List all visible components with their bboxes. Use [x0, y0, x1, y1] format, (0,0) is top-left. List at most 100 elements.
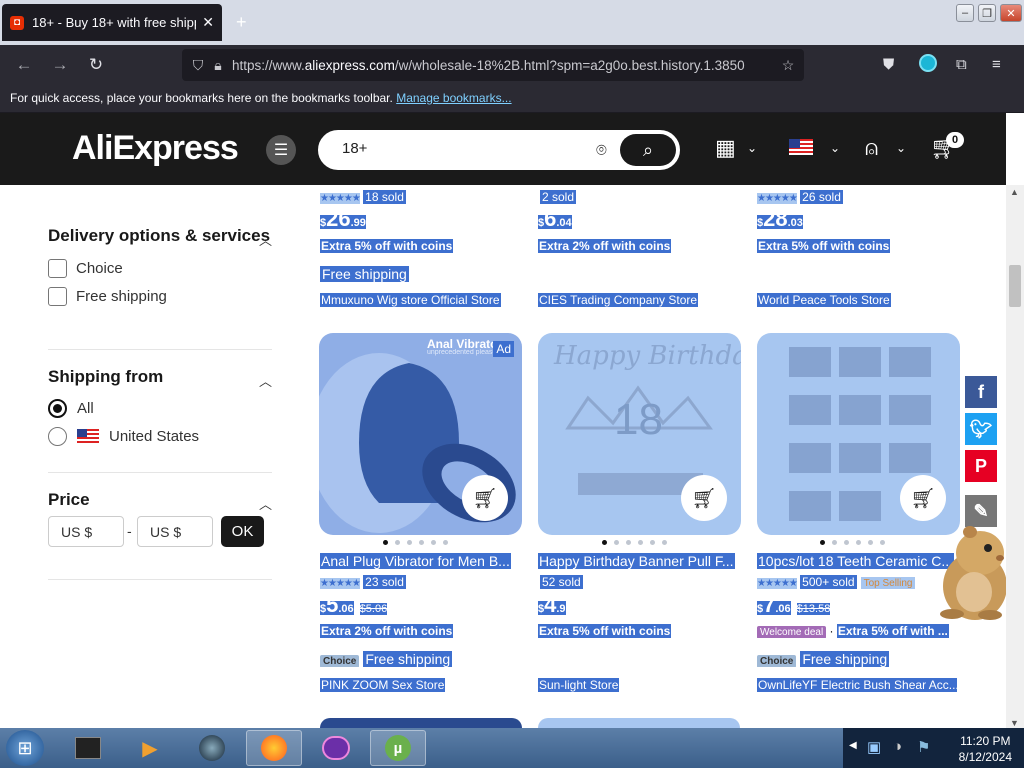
ad-badge: Ad: [493, 341, 514, 357]
utorrent-icon[interactable]: µ: [370, 730, 426, 766]
new-tab-icon[interactable]: +: [236, 12, 247, 33]
add-to-cart-icon[interactable]: 🛒︎: [462, 475, 508, 521]
price: $6.04: [538, 206, 572, 231]
chevron-up-icon[interactable]: ︿: [259, 371, 272, 390]
store-link[interactable]: OwnLifeYF Electric Bush Shear Acc...: [757, 678, 957, 692]
carousel-dots[interactable]: [383, 540, 448, 545]
pinterest-icon[interactable]: P: [965, 450, 997, 482]
store-link[interactable]: Mmuxuno Wig store Official Store: [320, 293, 501, 307]
categories-menu-icon[interactable]: ☰: [266, 135, 296, 165]
choice-checkbox[interactable]: [48, 258, 67, 278]
free-shipping-option[interactable]: Free shipping: [48, 286, 272, 306]
shipping-from-title: Shipping from: [48, 367, 164, 386]
product-title[interactable]: 10pcs/lot 18 Teeth Ceramic C...: [757, 553, 955, 569]
store-link[interactable]: PINK ZOOM Sex Store: [320, 678, 446, 692]
rating-stars-icon: ★★★★★: [757, 578, 798, 589]
scroll-up-icon[interactable]: ▲: [1010, 187, 1019, 197]
network-icon[interactable]: ▣: [867, 738, 881, 756]
store-link[interactable]: CIES Trading Company Store: [538, 293, 699, 307]
browser-titlebar: ◘ 18+ - Buy 18+ with free shipping ✕ + –…: [0, 0, 1024, 45]
us-flag-icon: [77, 429, 99, 443]
browser-tab[interactable]: ◘ 18+ - Buy 18+ with free shipping ✕: [2, 4, 222, 41]
product-image[interactable]: Anal Vibrator unprecedented pleasure Ad …: [319, 333, 522, 535]
reload-icon[interactable]: ↻: [86, 55, 106, 75]
price-max-input[interactable]: US $: [137, 516, 213, 547]
firefox-icon[interactable]: [246, 730, 302, 766]
account-icon[interactable]: [919, 54, 937, 72]
forward-icon[interactable]: →: [50, 55, 70, 75]
clock[interactable]: 11:20 PM 8/12/2024: [959, 733, 1012, 765]
price: $28.03: [757, 206, 803, 231]
coins-discount: Extra 2% off with coins: [538, 239, 672, 253]
start-button[interactable]: ⊞: [6, 730, 44, 766]
product-image[interactable]: 🛒︎: [757, 333, 960, 535]
carousel-dots[interactable]: [820, 540, 885, 545]
lock-icon[interactable]: 🔒︎: [208, 57, 228, 74]
price-min-input[interactable]: US $: [48, 516, 124, 547]
original-price: $5.06: [359, 603, 388, 615]
facebook-icon[interactable]: f: [965, 376, 997, 408]
user-icon[interactable]: ⍝: [865, 135, 878, 161]
minimize-icon[interactable]: –: [956, 4, 974, 22]
ship-us-option[interactable]: United States: [48, 426, 272, 446]
volume-icon[interactable]: ◑: [893, 738, 902, 755]
maximize-icon[interactable]: ❐: [978, 4, 996, 22]
pocket-icon[interactable]: ⛊: [883, 56, 894, 73]
product-card-peek[interactable]: [538, 718, 740, 728]
url-bar[interactable]: ⛉ 🔒︎ https://www.aliexpress.com/w/wholes…: [182, 49, 804, 81]
scrollbar-thumb[interactable]: [1009, 265, 1021, 307]
shield-icon[interactable]: ⛉: [188, 57, 208, 74]
app-menu-icon[interactable]: ≡: [992, 56, 1001, 73]
chevron-up-icon[interactable]: ︿: [259, 230, 272, 249]
price: $4.9: [538, 592, 566, 617]
price-filter-title: Price: [48, 490, 90, 509]
window-close-icon[interactable]: ✕: [1000, 4, 1022, 22]
add-to-cart-icon[interactable]: 🛒︎: [900, 475, 946, 521]
taskbar-app-icon[interactable]: [60, 730, 116, 766]
image-caption: Happy Birthday: [554, 341, 741, 371]
tray-expand-icon[interactable]: ◀: [849, 740, 857, 751]
image-search-icon[interactable]: ⌾: [596, 140, 607, 161]
search-input[interactable]: [342, 140, 572, 157]
extensions-icon[interactable]: ⧉: [956, 56, 967, 73]
page-scrollbar[interactable]: ▲ ▼: [1006, 185, 1024, 730]
ship-all-radio[interactable]: [48, 398, 67, 418]
url-text[interactable]: https://www.aliexpress.com/w/wholesale-1…: [228, 58, 778, 73]
carousel-dots[interactable]: [602, 540, 667, 545]
action-center-icon[interactable]: ⚑: [917, 738, 930, 756]
search-button[interactable]: ⌕: [620, 134, 676, 166]
price-ok-button[interactable]: OK: [221, 516, 264, 547]
us-flag-icon[interactable]: [789, 139, 813, 155]
twitter-icon[interactable]: 🐦︎: [965, 413, 997, 445]
manage-bookmarks-link[interactable]: Manage bookmarks...: [396, 91, 511, 105]
ship-all-option[interactable]: All: [48, 398, 272, 418]
add-to-cart-icon[interactable]: 🛒︎: [681, 475, 727, 521]
free-shipping-checkbox[interactable]: [48, 286, 67, 306]
chevron-up-icon[interactable]: ︿: [259, 494, 272, 513]
globe-icon[interactable]: [184, 730, 240, 766]
coins-discount: Extra 5% off with coins: [757, 239, 891, 253]
product-title[interactable]: Anal Plug Vibrator for Men B...: [320, 553, 511, 569]
product-title[interactable]: Happy Birthday Banner Pull F...: [538, 553, 735, 569]
bookmark-star-icon[interactable]: ☆: [778, 57, 798, 74]
aliexpress-logo[interactable]: AliExpress: [72, 129, 239, 168]
media-player-icon[interactable]: ▶: [122, 730, 178, 766]
store-link[interactable]: Sun-light Store: [538, 678, 620, 692]
chevron-down-icon[interactable]: ⌄: [747, 141, 757, 155]
scroll-down-icon[interactable]: ▼: [1010, 718, 1019, 728]
close-tab-icon[interactable]: ✕: [202, 14, 214, 31]
ship-us-radio[interactable]: [48, 426, 67, 446]
chevron-down-icon[interactable]: ⌄: [896, 141, 906, 155]
qr-code-icon[interactable]: ▦: [715, 135, 736, 161]
chevron-down-icon[interactable]: ⌄: [830, 141, 840, 155]
product-image[interactable]: Happy Birthday 18 🛒︎: [538, 333, 741, 535]
back-icon[interactable]: ←: [14, 55, 34, 75]
coins-discount: Extra 5% off with ...: [836, 624, 949, 638]
store-link[interactable]: World Peace Tools Store: [757, 293, 891, 307]
product-card-peek[interactable]: [320, 718, 522, 728]
choice-option[interactable]: Choice: [48, 258, 272, 278]
divider: [48, 579, 272, 580]
app-icon[interactable]: [308, 730, 364, 766]
search-bar: ⌾ ⌕: [318, 130, 680, 170]
price: $26.99: [320, 206, 366, 231]
